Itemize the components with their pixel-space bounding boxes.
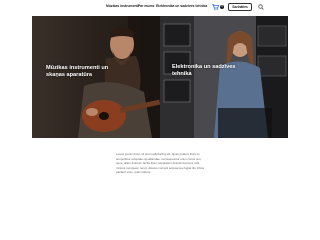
- top-navigation: Mūzikas instrumenti Par mums Elektronika…: [0, 0, 320, 16]
- intro-paragraph: Lorem ipsum dolor, sit amet adipisicing …: [116, 152, 204, 175]
- cart-icon[interactable]: [212, 4, 219, 10]
- nav-link-about[interactable]: Par mums: [138, 4, 154, 8]
- nav-link-musical-instruments[interactable]: Mūzikas instrumenti: [106, 4, 139, 8]
- musical-instruments-title: Mūzikas instrumenti un skaņas aparatūra: [46, 65, 109, 78]
- cart-count-badge: 0: [220, 5, 224, 9]
- hero-section: Mūzikas instrumenti un skaņas aparatūra …: [32, 16, 288, 138]
- search-icon[interactable]: [258, 4, 264, 10]
- musical-instruments-category-card[interactable]: Mūzikas instrumenti un skaņas aparatūra: [32, 16, 160, 138]
- contact-button[interactable]: Sazināties: [228, 3, 252, 11]
- electronics-category-card[interactable]: Elektronika un sadzīves tehnika: [160, 16, 288, 138]
- electronics-title: Elektronika un sadzīves tehnika: [172, 64, 236, 77]
- nav-link-electronics[interactable]: Elektronika un sadzīves tehnika: [156, 4, 207, 8]
